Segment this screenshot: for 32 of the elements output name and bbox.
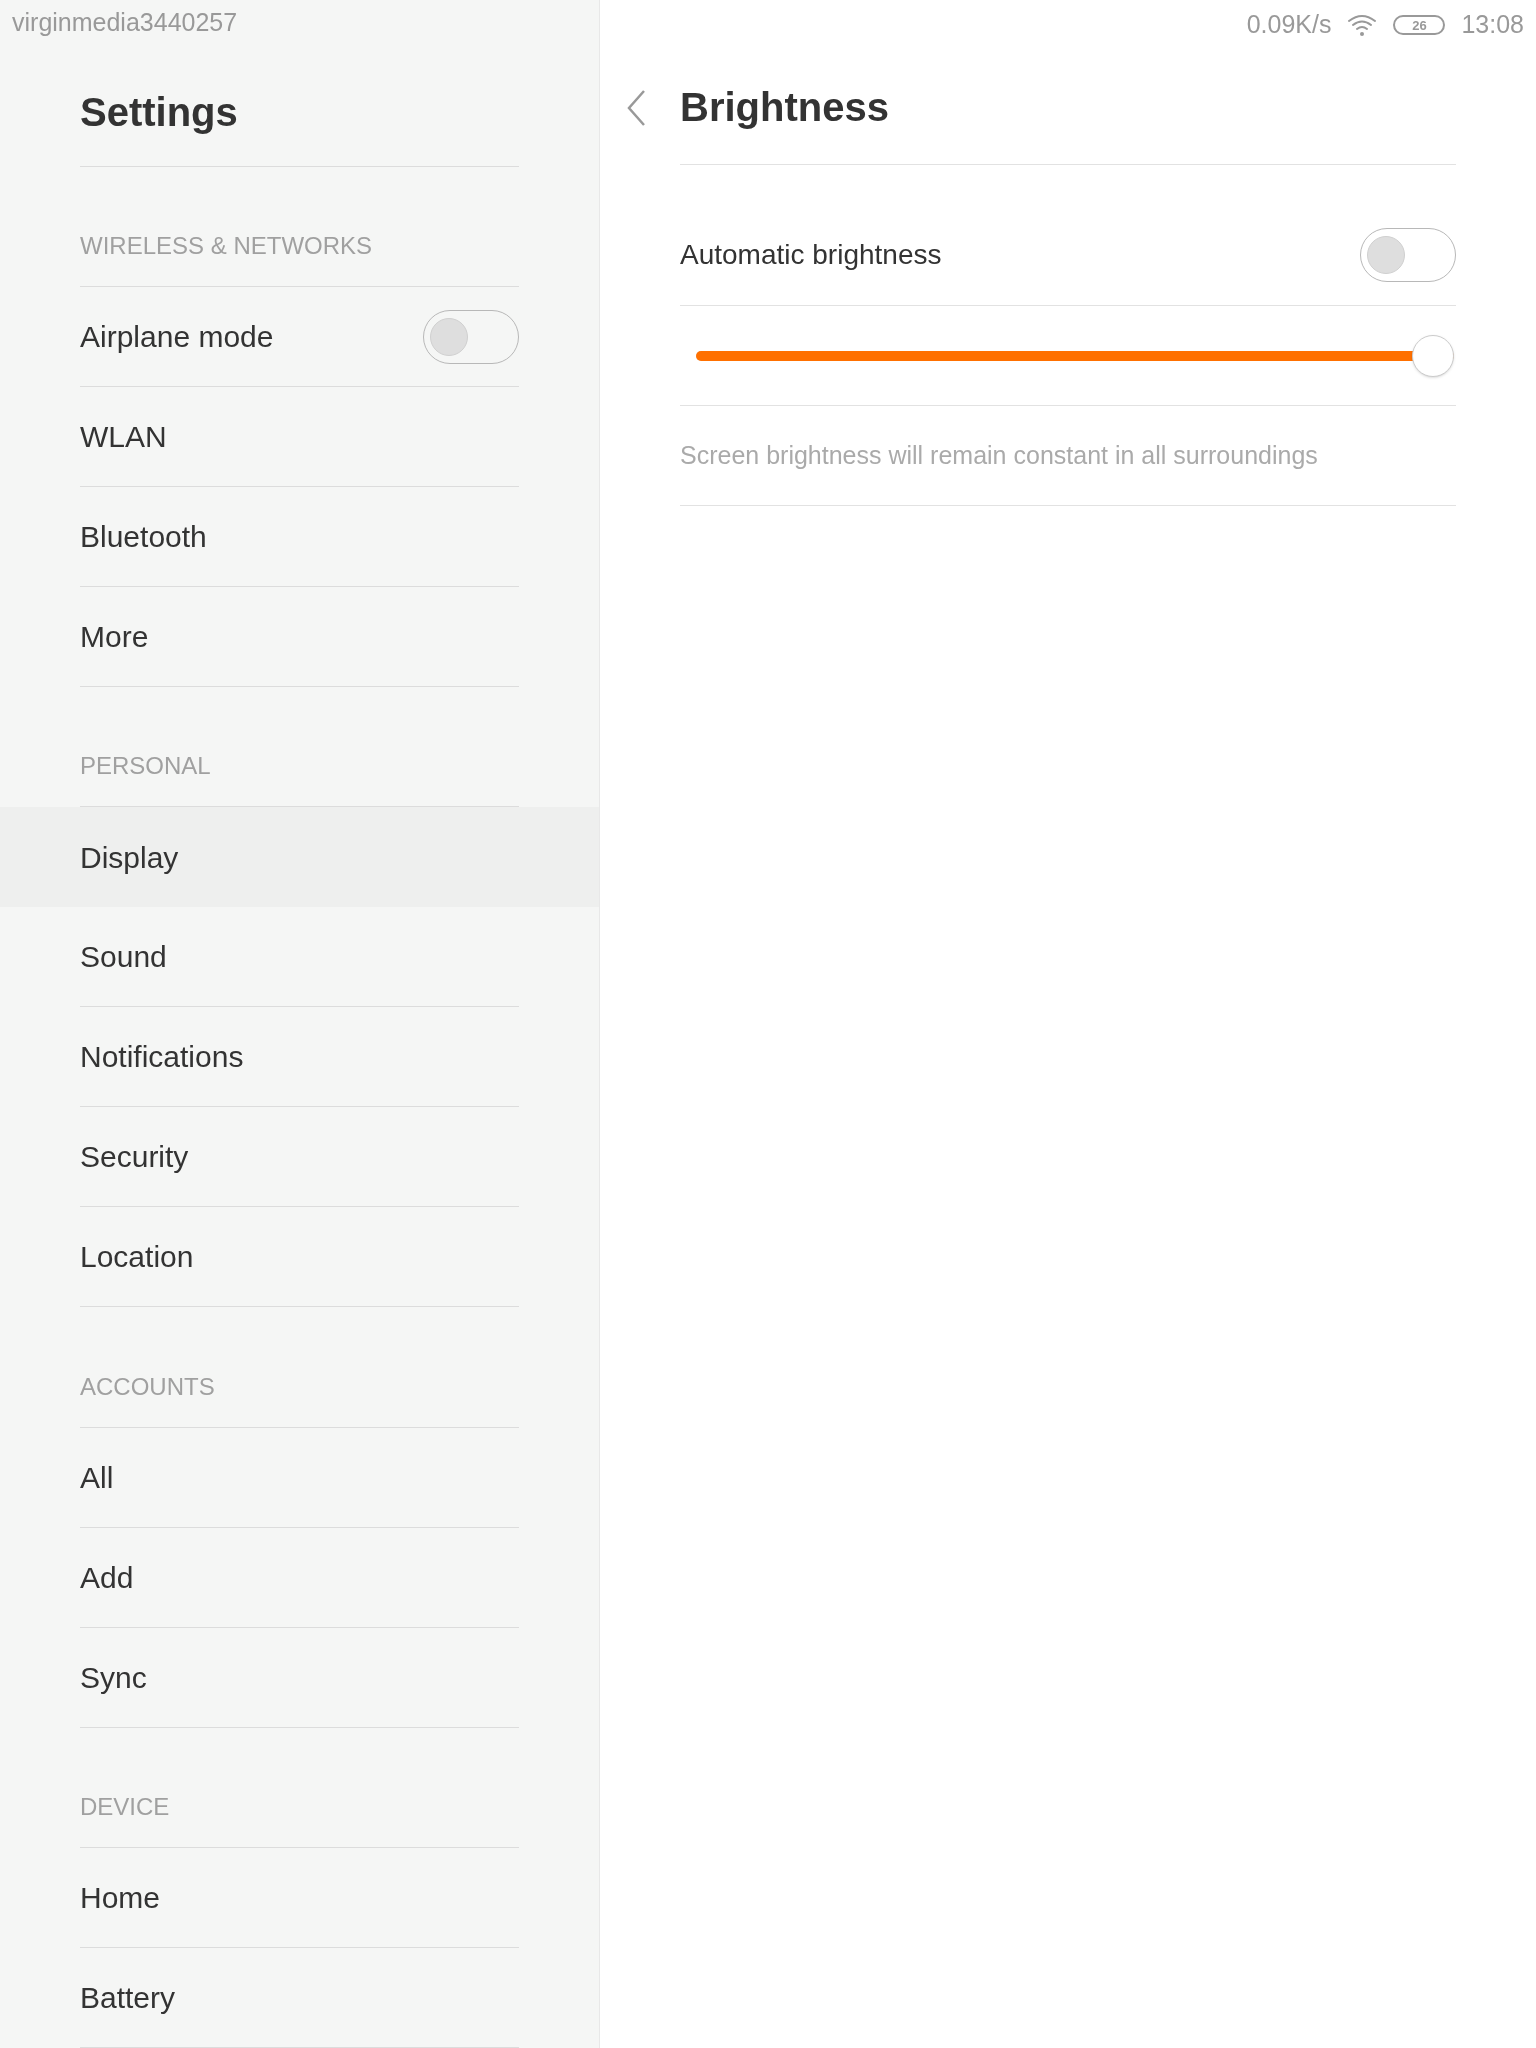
sidebar-item[interactable]: Sound bbox=[0, 907, 599, 1008]
page-title: Brightness bbox=[680, 84, 889, 131]
setting-label: Automatic brightness bbox=[680, 238, 942, 272]
sidebar-item[interactable]: Bluetooth bbox=[0, 487, 599, 588]
section-header: DEVICE bbox=[80, 1792, 170, 1823]
sidebar-item[interactable]: More bbox=[0, 587, 599, 688]
toggle-switch[interactable] bbox=[423, 309, 519, 364]
carrier-name: virginmedia3440257 bbox=[12, 7, 238, 38]
sidebar-item[interactable]: All bbox=[0, 1427, 599, 1528]
section-header: WIRELESS & NETWORKS bbox=[80, 231, 373, 262]
toggle-switch[interactable] bbox=[1360, 228, 1456, 282]
sidebar-item[interactable]: Display bbox=[0, 807, 599, 908]
sidebar-item[interactable]: Airplane mode bbox=[0, 287, 599, 388]
section-header: ACCOUNTS bbox=[80, 1371, 215, 1402]
section-header: PERSONAL bbox=[80, 751, 211, 782]
battery-indicator: 26 bbox=[1393, 15, 1446, 35]
sidebar-item[interactable]: WLAN bbox=[0, 387, 599, 488]
sidebar-item[interactable]: Home bbox=[0, 1848, 599, 1949]
sidebar-title: Settings bbox=[80, 88, 238, 136]
clock: 13:08 bbox=[1461, 9, 1524, 41]
wifi-icon bbox=[1347, 13, 1378, 37]
network-speed: 0.09K/s bbox=[1246, 9, 1332, 41]
sidebar-item[interactable]: Security bbox=[0, 1107, 599, 1208]
setting-description: Screen brightness will remain constant in all surroundings bbox=[680, 439, 1318, 471]
brightness-slider[interactable] bbox=[696, 334, 1454, 377]
slider-thumb[interactable] bbox=[1412, 334, 1454, 377]
sidebar-item[interactable]: Notifications bbox=[0, 1007, 599, 1108]
sidebar-item[interactable]: Sync bbox=[0, 1627, 599, 1728]
sidebar-item[interactable]: Location bbox=[0, 1207, 599, 1308]
sidebar-item[interactable]: Battery bbox=[0, 1948, 599, 2048]
sidebar-item[interactable]: Add bbox=[0, 1527, 599, 1628]
back-icon bbox=[626, 88, 646, 127]
